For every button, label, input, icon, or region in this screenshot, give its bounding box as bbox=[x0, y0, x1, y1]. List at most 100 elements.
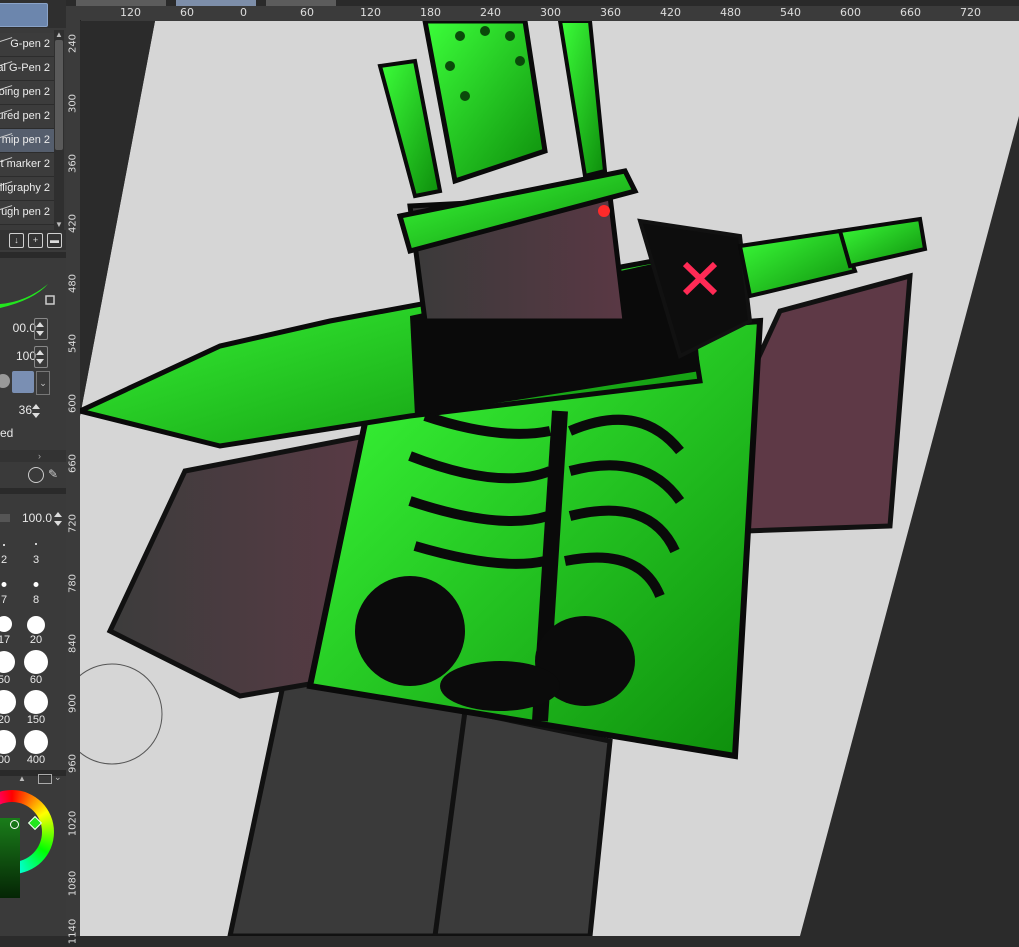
ruler-label: 600 bbox=[67, 393, 79, 414]
ruler-label: 540 bbox=[780, 6, 801, 19]
opacity-value[interactable]: 100 bbox=[16, 349, 36, 363]
size-cell[interactable]: 00 bbox=[0, 728, 20, 768]
color-panel-header: ▲ ⌄ bbox=[14, 772, 64, 786]
brush-item-selected[interactable]: mip pen 2 bbox=[0, 129, 54, 153]
brush-item[interactable]: al G-Pen 2 bbox=[0, 57, 54, 81]
brush-label: lligraphy 2 bbox=[0, 182, 50, 194]
ruler-label: 180 bbox=[420, 6, 441, 19]
mode-label: ed bbox=[0, 426, 14, 440]
chevron-down-icon[interactable]: ⌄ bbox=[36, 371, 50, 395]
trash-icon[interactable]: ▬ bbox=[47, 233, 62, 248]
settings-dial-icon[interactable] bbox=[28, 467, 44, 483]
brush-label: al G-Pen 2 bbox=[0, 62, 50, 74]
scroll-down-icon[interactable]: ▼ bbox=[54, 220, 64, 230]
ruler-label: 600 bbox=[840, 6, 861, 19]
brush-list-scrollbar[interactable]: ▲ ▼ bbox=[54, 30, 64, 230]
size-label: 7 bbox=[0, 594, 8, 606]
size-label: 3 bbox=[32, 554, 40, 566]
brush-size-value[interactable]: 00.0 bbox=[13, 321, 36, 335]
scroll-thumb[interactable] bbox=[55, 40, 63, 150]
brush-size-pressure-icon[interactable] bbox=[34, 318, 48, 340]
ruler-label: 120 bbox=[360, 6, 381, 19]
download-icon[interactable]: ↓ bbox=[9, 233, 24, 248]
size-cell[interactable]: 7 bbox=[0, 568, 20, 608]
ruler-label: 360 bbox=[67, 153, 79, 174]
size-label: 150 bbox=[26, 714, 46, 726]
ruler-label: 660 bbox=[67, 453, 79, 474]
panel-tab-button[interactable] bbox=[0, 3, 48, 27]
size-cell[interactable]: 2 bbox=[0, 528, 20, 568]
ruler-label: 300 bbox=[540, 6, 561, 19]
horizontal-ruler: 120 60 0 60 120 180 240 300 360 420 480 … bbox=[66, 6, 1019, 22]
triangle-icon[interactable]: ▲ bbox=[18, 774, 26, 783]
size-cell[interactable]: 17 bbox=[0, 608, 20, 648]
brush-item[interactable]: oing pen 2 bbox=[0, 81, 54, 105]
color-picker-handle[interactable] bbox=[10, 820, 19, 829]
ruler-label: 0 bbox=[240, 6, 247, 19]
ruler-label: 660 bbox=[900, 6, 921, 19]
size-cell[interactable]: 60 bbox=[20, 648, 52, 688]
size-cell[interactable]: 400 bbox=[20, 728, 52, 768]
ruler-label: 420 bbox=[660, 6, 681, 19]
ruler-label: 240 bbox=[480, 6, 501, 19]
brush-tip-selector[interactable]: ⌄ bbox=[0, 370, 50, 395]
brush-stroke-preview bbox=[0, 284, 55, 308]
layer-opacity-stepper[interactable] bbox=[54, 512, 62, 526]
ruler-label: 360 bbox=[600, 6, 621, 19]
size-label: 20 bbox=[0, 714, 11, 726]
layer-opacity-row[interactable]: 100.0 bbox=[0, 508, 66, 530]
layer-opacity-slider[interactable] bbox=[0, 514, 10, 522]
brush-item[interactable]: ugh pen 2 bbox=[0, 201, 54, 225]
panel-divider bbox=[0, 252, 66, 258]
brush-item[interactable]: t marker 2 bbox=[0, 153, 54, 177]
ruler-label: 420 bbox=[67, 213, 79, 234]
size-cell[interactable]: 150 bbox=[20, 688, 52, 728]
soft-tip-icon[interactable] bbox=[12, 371, 34, 393]
brush-item[interactable]: ured pen 2 bbox=[0, 105, 54, 129]
chevron-down-icon[interactable]: ⌄ bbox=[54, 772, 62, 783]
scroll-up-icon[interactable]: ▲ bbox=[54, 30, 64, 40]
size-cell[interactable]: 20 bbox=[20, 608, 52, 648]
size-cell[interactable]: 3 bbox=[20, 528, 52, 568]
ruler-label: 840 bbox=[67, 633, 79, 654]
chevron-right-icon[interactable]: › bbox=[38, 451, 41, 461]
tool-panel: G-pen 2 al G-Pen 2 oing pen 2 ured pen 2… bbox=[0, 0, 66, 936]
wrench-icon[interactable]: ✎ bbox=[48, 467, 62, 481]
drawing-canvas[interactable] bbox=[80, 21, 1019, 936]
ruler-label: 480 bbox=[720, 6, 741, 19]
size-cell[interactable]: 8 bbox=[20, 568, 52, 608]
brush-label: G-pen 2 bbox=[10, 38, 50, 50]
brush-label: ured pen 2 bbox=[0, 110, 50, 122]
layer-opacity-value[interactable]: 100.0 bbox=[22, 511, 52, 525]
panel-divider bbox=[0, 488, 66, 494]
color-square[interactable] bbox=[0, 818, 20, 898]
hard-tip-icon[interactable] bbox=[0, 374, 10, 388]
count-stepper[interactable] bbox=[32, 404, 40, 418]
ruler-label: 1080 bbox=[67, 870, 79, 897]
size-label: 8 bbox=[32, 594, 40, 606]
ruler-label: 780 bbox=[67, 573, 79, 594]
ruler-label: 1140 bbox=[67, 918, 79, 945]
brush-item[interactable]: lligraphy 2 bbox=[0, 177, 54, 201]
brush-list-toolbar: ↓ + ▬ bbox=[0, 230, 66, 250]
count-value[interactable]: 36 bbox=[19, 403, 32, 417]
duplicate-icon[interactable]: + bbox=[28, 233, 43, 248]
brush-item[interactable]: G-pen 2 bbox=[0, 33, 54, 57]
size-cell[interactable]: 50 bbox=[0, 648, 20, 688]
count-row[interactable]: 36 bbox=[0, 400, 54, 422]
pelvis-left bbox=[355, 576, 465, 686]
opacity-pressure-icon[interactable] bbox=[34, 346, 48, 368]
size-label: 20 bbox=[29, 634, 43, 646]
ruler-label: 120 bbox=[120, 6, 141, 19]
panel-menu-icon[interactable] bbox=[38, 774, 52, 784]
ruler-label: 720 bbox=[67, 513, 79, 534]
ruler-label: 300 bbox=[67, 93, 79, 114]
size-cell[interactable]: 20 bbox=[0, 688, 20, 728]
ruler-label: 720 bbox=[960, 6, 981, 19]
ruler-label: 60 bbox=[180, 6, 194, 19]
size-label: 00 bbox=[0, 754, 11, 766]
ruler-label: 540 bbox=[67, 333, 79, 354]
ruler-label: 240 bbox=[67, 33, 79, 54]
brush-label: mip pen 2 bbox=[1, 134, 50, 146]
ruler-label: 60 bbox=[300, 6, 314, 19]
